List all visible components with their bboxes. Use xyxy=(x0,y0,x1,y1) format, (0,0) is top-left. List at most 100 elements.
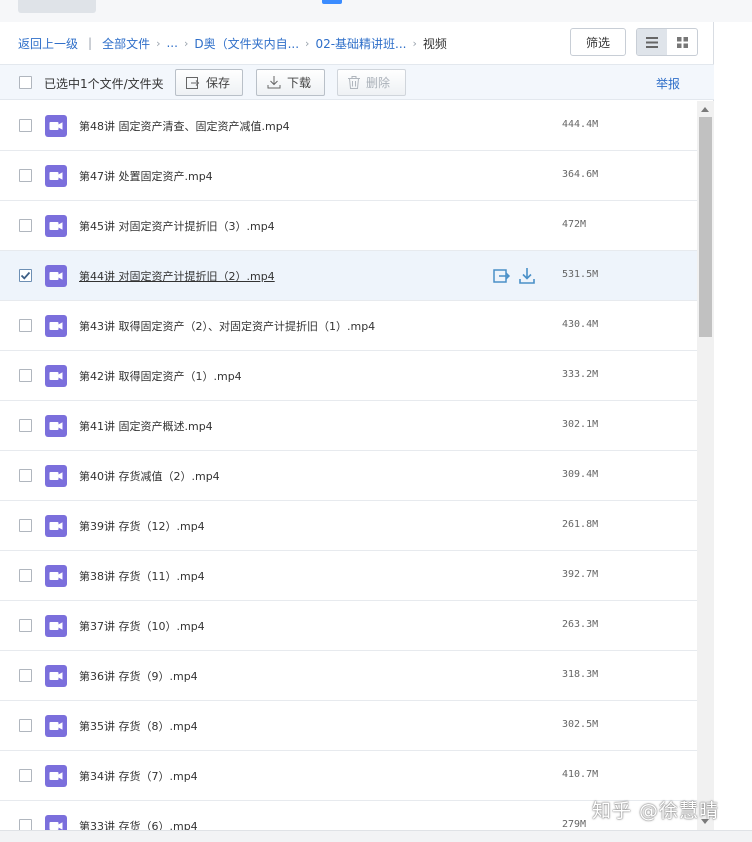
video-file-icon xyxy=(45,165,67,187)
chevron-right-icon: › xyxy=(156,36,161,50)
file-checkbox[interactable] xyxy=(19,619,32,632)
file-name[interactable]: 第36讲 存货（9）.mp4 xyxy=(79,668,198,684)
trash-icon xyxy=(348,76,360,89)
file-list-scrollbar[interactable] xyxy=(697,101,714,830)
file-row[interactable]: 第36讲 存货（9）.mp4 318.3M xyxy=(0,651,697,701)
breadcrumb-item-class[interactable]: 02-基础精讲班... xyxy=(315,35,406,52)
file-row[interactable]: 第45讲 对固定资产计提折旧（3）.mp4 472M xyxy=(0,201,697,251)
file-checkbox[interactable] xyxy=(19,769,32,782)
video-file-icon xyxy=(45,365,67,387)
chevron-right-icon: › xyxy=(305,36,310,50)
report-link[interactable]: 举报 xyxy=(656,75,680,92)
file-row[interactable]: 第44讲 对固定资产计提折旧（2）.mp4 531.5M xyxy=(0,251,697,301)
scrollbar-thumb[interactable] xyxy=(699,117,712,337)
chevron-right-icon: › xyxy=(412,36,417,50)
file-row[interactable]: 第39讲 存货（12）.mp4 261.8M xyxy=(0,501,697,551)
file-name[interactable]: 第40讲 存货减值（2）.mp4 xyxy=(79,468,220,484)
file-name[interactable]: 第48讲 固定资产清查、固定资产减值.mp4 xyxy=(79,118,290,134)
file-name[interactable]: 第33讲 存货（6）.mp4 xyxy=(79,818,198,830)
file-size: 430.4M xyxy=(562,319,599,330)
file-size: 302.1M xyxy=(562,419,599,430)
chevron-right-icon: › xyxy=(183,36,189,50)
file-name[interactable]: 第42讲 取得固定资产（1）.mp4 xyxy=(79,368,242,384)
breadcrumb-item-ellipsis[interactable]: ... xyxy=(166,36,177,50)
grid-view-button[interactable] xyxy=(667,29,697,55)
file-name[interactable]: 第38讲 存货（11）.mp4 xyxy=(79,568,205,584)
file-row[interactable]: 第41讲 固定资产概述.mp4 302.1M xyxy=(0,401,697,451)
file-row[interactable]: 第35讲 存货（8）.mp4 302.5M xyxy=(0,701,697,751)
file-name[interactable]: 第37讲 存货（10）.mp4 xyxy=(79,618,205,634)
download-icon xyxy=(267,76,281,89)
checkmark-icon xyxy=(20,271,31,280)
file-checkbox[interactable] xyxy=(19,569,32,582)
row-download-icon[interactable] xyxy=(518,267,536,285)
list-view-icon xyxy=(646,36,658,48)
file-name[interactable]: 第44讲 对固定资产计提折旧（2）.mp4 xyxy=(79,268,275,284)
file-checkbox[interactable] xyxy=(19,469,32,482)
file-checkbox[interactable] xyxy=(19,669,32,682)
file-checkbox[interactable] xyxy=(19,419,32,432)
list-view-button[interactable] xyxy=(637,29,667,55)
file-name[interactable]: 第35讲 存货（8）.mp4 xyxy=(79,718,198,734)
file-row[interactable]: 第42讲 取得固定资产（1）.mp4 333.2M xyxy=(0,351,697,401)
select-all-checkbox[interactable] xyxy=(19,76,32,89)
delete-button-label: 删除 xyxy=(366,76,391,90)
all-files-link[interactable]: 全部文件 xyxy=(102,35,150,52)
top-tab-strip xyxy=(0,0,752,22)
file-row[interactable]: 第40讲 存货减值（2）.mp4 309.4M xyxy=(0,451,697,501)
download-button-label: 下载 xyxy=(287,76,312,90)
scroll-up-arrow-icon[interactable] xyxy=(701,107,709,112)
file-checkbox[interactable] xyxy=(19,319,32,332)
delete-button[interactable]: 删除 xyxy=(337,69,406,96)
file-row[interactable]: 第43讲 取得固定资产（2）、对固定资产计提折旧（1）.mp4 430.4M xyxy=(0,301,697,351)
video-file-icon xyxy=(45,415,67,437)
file-size: 364.6M xyxy=(562,169,599,180)
video-file-icon xyxy=(45,465,67,487)
filter-button[interactable]: 筛选 xyxy=(570,28,626,56)
file-checkbox[interactable] xyxy=(19,269,32,282)
file-size: 531.5M xyxy=(562,269,599,280)
file-row[interactable]: 第38讲 存货（11）.mp4 392.7M xyxy=(0,551,697,601)
file-name[interactable]: 第41讲 固定资产概述.mp4 xyxy=(79,418,213,434)
file-name[interactable]: 第34讲 存货（7）.mp4 xyxy=(79,768,198,784)
file-name[interactable]: 第43讲 取得固定资产（2）、对固定资产计提折旧（1）.mp4 xyxy=(79,318,375,334)
file-checkbox[interactable] xyxy=(19,819,32,830)
file-checkbox[interactable] xyxy=(19,219,32,232)
file-size: 263.3M xyxy=(562,619,599,630)
bottom-strip xyxy=(0,830,752,842)
file-row[interactable]: 第34讲 存货（7）.mp4 410.7M xyxy=(0,751,697,801)
save-icon xyxy=(186,76,200,89)
top-tab-indicator xyxy=(322,0,342,4)
file-row[interactable]: 第37讲 存货（10）.mp4 263.3M xyxy=(0,601,697,651)
file-size: 309.4M xyxy=(562,469,599,480)
video-file-icon xyxy=(45,215,67,237)
top-tab[interactable] xyxy=(18,0,96,13)
grid-view-icon xyxy=(676,36,688,48)
file-row[interactable]: 第48讲 固定资产清查、固定资产减值.mp4 444.4M xyxy=(0,101,697,151)
file-checkbox[interactable] xyxy=(19,519,32,532)
file-name[interactable]: 第45讲 对固定资产计提折旧（3）.mp4 xyxy=(79,218,275,234)
file-name[interactable]: 第47讲 处置固定资产.mp4 xyxy=(79,168,213,184)
file-size: 444.4M xyxy=(562,119,599,130)
file-size: 392.7M xyxy=(562,569,599,580)
file-checkbox[interactable] xyxy=(19,169,32,182)
breadcrumb-separator: | xyxy=(88,36,93,50)
save-button[interactable]: 保存 xyxy=(175,69,243,96)
video-file-icon xyxy=(45,715,67,737)
breadcrumb-current: 视频 xyxy=(422,36,447,51)
selection-count: 已选中1个文件/文件夹 xyxy=(44,77,164,91)
breadcrumb-item-folder[interactable]: D奥（文件夹内自... xyxy=(194,35,299,52)
file-row[interactable]: 第47讲 处置固定资产.mp4 364.6M xyxy=(0,151,697,201)
back-link[interactable]: 返回上一级 xyxy=(18,35,78,52)
file-size: 279M xyxy=(562,819,587,830)
video-file-icon xyxy=(45,265,67,287)
video-file-icon xyxy=(45,565,67,587)
download-button[interactable]: 下载 xyxy=(256,69,325,96)
file-checkbox[interactable] xyxy=(19,719,32,732)
video-file-icon xyxy=(45,515,67,537)
save-to-disk-icon[interactable] xyxy=(493,267,511,285)
view-mode-toggle xyxy=(636,28,698,56)
file-checkbox[interactable] xyxy=(19,119,32,132)
file-name[interactable]: 第39讲 存货（12）.mp4 xyxy=(79,518,205,534)
file-checkbox[interactable] xyxy=(19,369,32,382)
